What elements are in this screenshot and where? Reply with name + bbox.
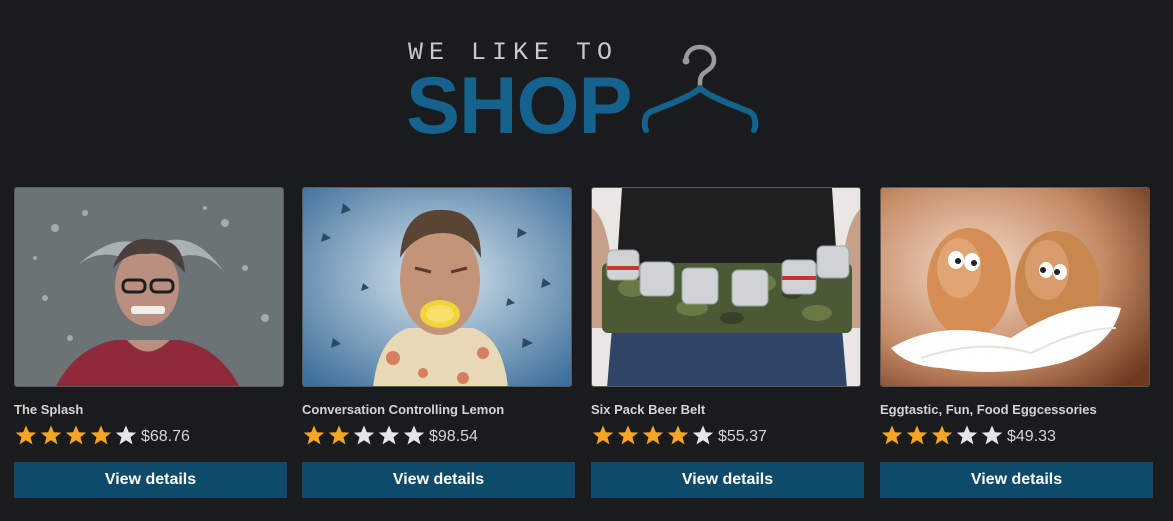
star-empty-icon bbox=[352, 424, 377, 446]
product-title[interactable]: Eggtastic, Fun, Food Eggcessories bbox=[880, 402, 1097, 417]
product-price: $55.37 bbox=[718, 428, 767, 445]
star-filled-icon bbox=[302, 424, 327, 446]
product-title[interactable]: Conversation Controlling Lemon bbox=[302, 402, 504, 417]
product-title[interactable]: The Splash bbox=[14, 402, 83, 417]
view-details-button[interactable]: View details bbox=[302, 462, 575, 498]
star-filled-icon bbox=[880, 424, 905, 446]
star-empty-icon bbox=[980, 424, 1005, 446]
product-image-beer-belt[interactable] bbox=[591, 187, 861, 387]
star-empty-icon bbox=[955, 424, 980, 446]
star-filled-icon bbox=[39, 424, 64, 446]
star-filled-icon bbox=[591, 424, 616, 446]
star-empty-icon bbox=[402, 424, 427, 446]
product-price: $49.33 bbox=[1007, 428, 1056, 445]
star-filled-icon bbox=[616, 424, 641, 446]
star-filled-icon bbox=[666, 424, 691, 446]
star-empty-icon bbox=[377, 424, 402, 446]
star-filled-icon bbox=[14, 424, 39, 446]
page: WE LIKE TO SHOP The Splash $68.76 View d… bbox=[0, 0, 1173, 521]
star-empty-icon bbox=[114, 424, 139, 446]
product-rating: $55.37 bbox=[591, 423, 767, 447]
logo-word: SHOP bbox=[406, 61, 633, 151]
hanger-icon bbox=[640, 42, 770, 139]
view-details-button[interactable]: View details bbox=[591, 462, 864, 498]
view-details-button[interactable]: View details bbox=[880, 462, 1153, 498]
star-filled-icon bbox=[930, 424, 955, 446]
shop-logo[interactable]: WE LIKE TO SHOP bbox=[406, 40, 770, 147]
star-filled-icon bbox=[327, 424, 352, 446]
view-details-button[interactable]: View details bbox=[14, 462, 287, 498]
star-empty-icon bbox=[691, 424, 716, 446]
product-image-splash[interactable] bbox=[14, 187, 284, 387]
star-filled-icon bbox=[905, 424, 930, 446]
product-price: $68.76 bbox=[141, 428, 190, 445]
product-image-eggs[interactable] bbox=[880, 187, 1150, 387]
star-filled-icon bbox=[89, 424, 114, 446]
product-rating: $68.76 bbox=[14, 423, 190, 447]
product-rating: $98.54 bbox=[302, 423, 478, 447]
product-grid: The Splash $68.76 View details Conversat… bbox=[14, 187, 1154, 507]
star-filled-icon bbox=[641, 424, 666, 446]
product-rating: $49.33 bbox=[880, 423, 1056, 447]
product-price: $98.54 bbox=[429, 428, 478, 445]
star-filled-icon bbox=[64, 424, 89, 446]
product-image-lemon[interactable] bbox=[302, 187, 572, 387]
product-title[interactable]: Six Pack Beer Belt bbox=[591, 402, 705, 417]
